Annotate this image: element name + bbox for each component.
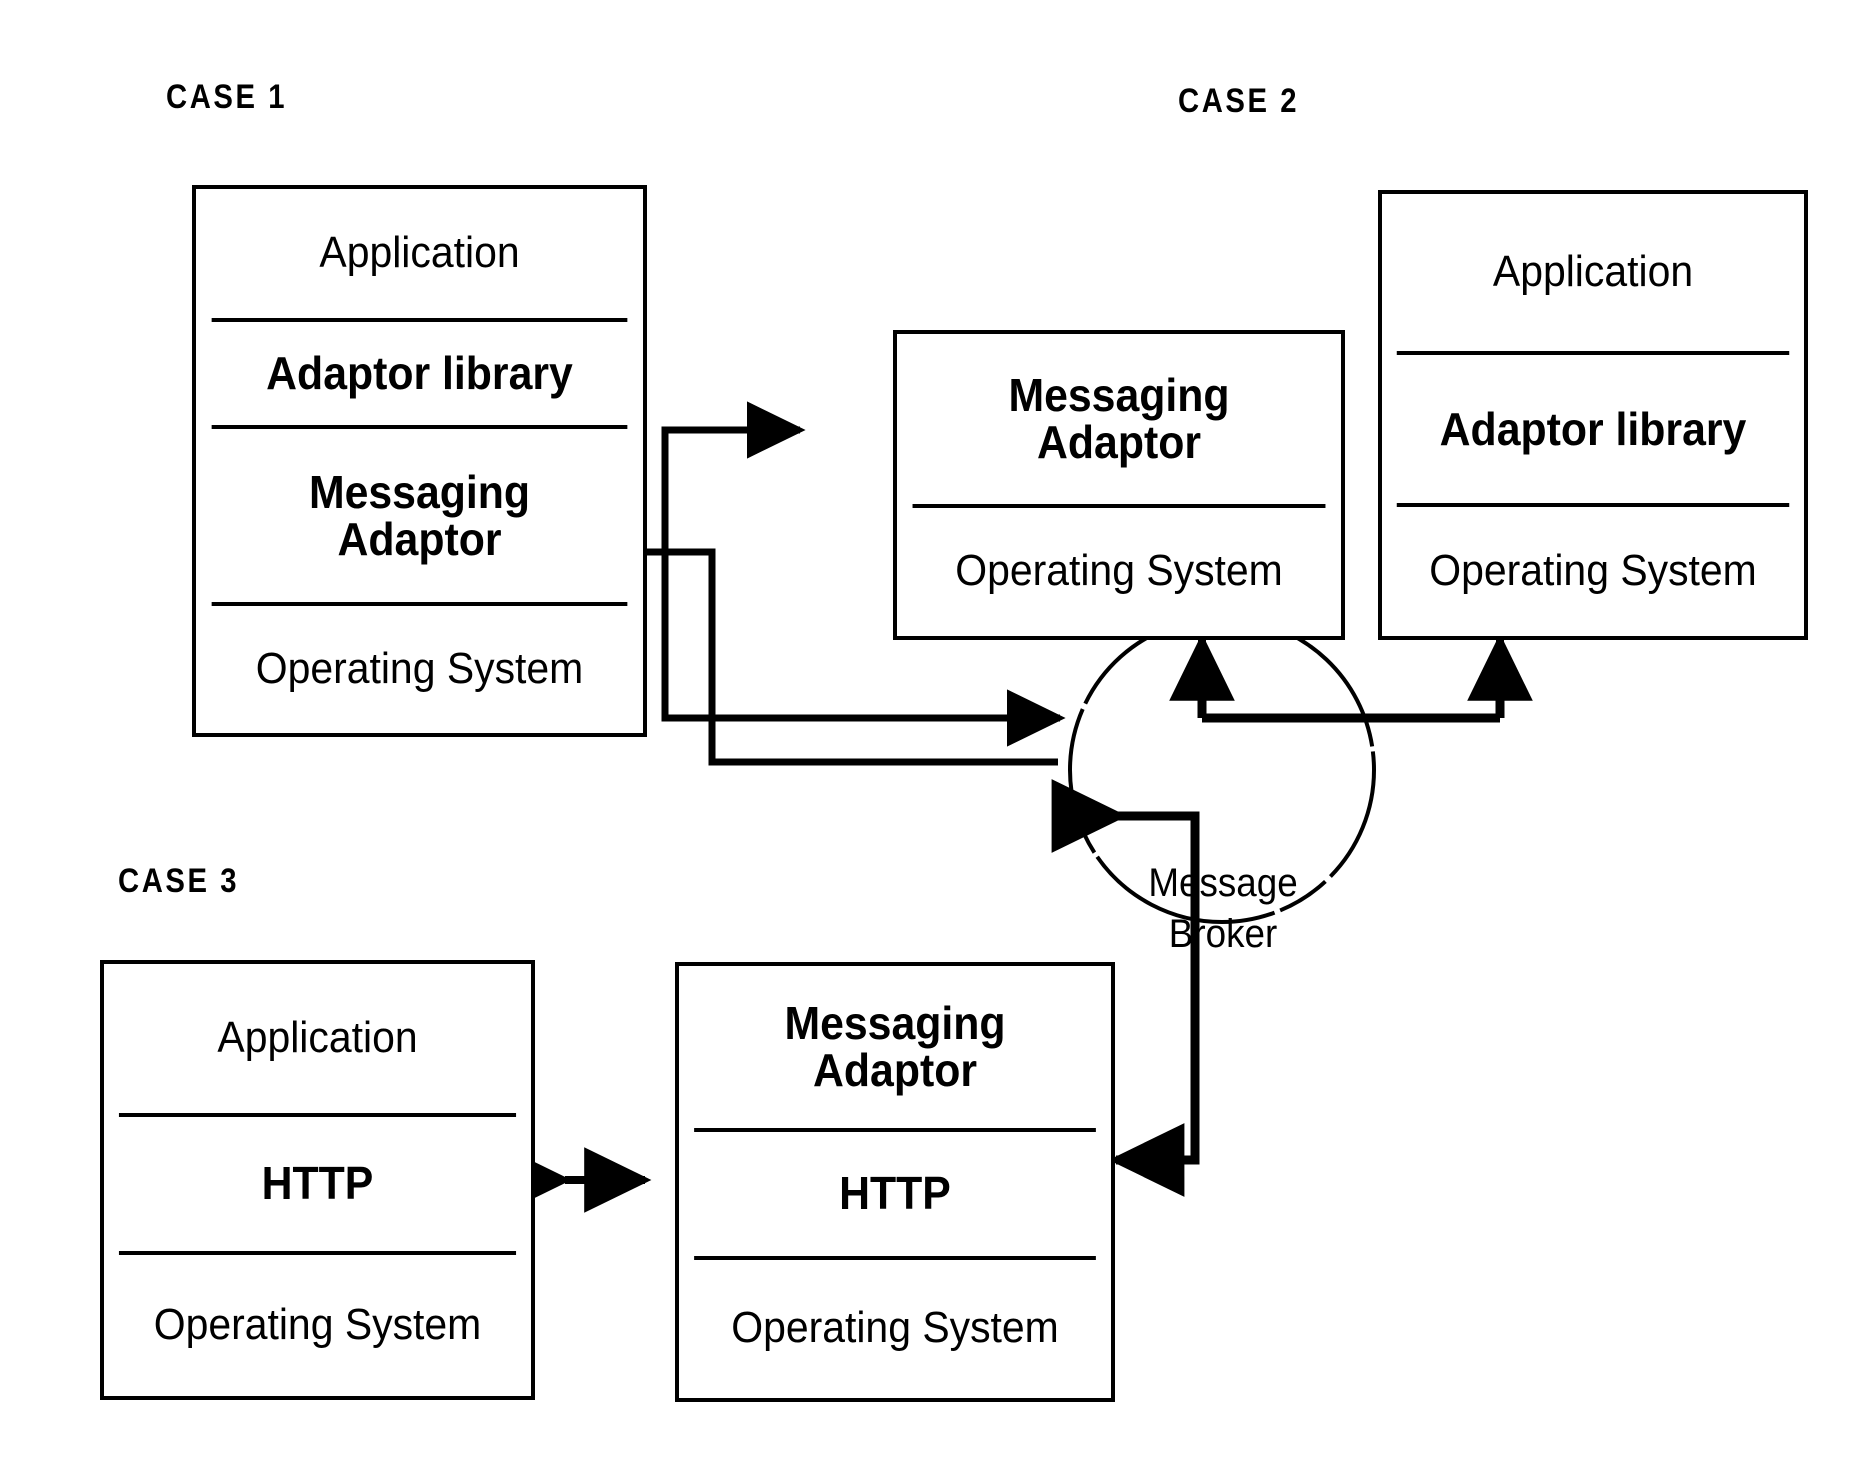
diagram-canvas: CASE 1 Application Adaptor library Messa… xyxy=(0,0,1857,1463)
case2-layer-operating-system: Operating System xyxy=(912,503,1326,636)
case1-stack: Application Adaptor library Messaging Ad… xyxy=(192,185,647,737)
case3-messaging-adaptor-line2: Adaptor xyxy=(813,1043,977,1096)
case2-layer-operating-system: Operating System xyxy=(1396,503,1790,636)
case2-messaging-adaptor-line2: Adaptor xyxy=(1037,415,1201,468)
case3-app-stack: Application HTTP Operating System xyxy=(100,960,535,1400)
case2-messaging-adaptor-line1: Messaging xyxy=(1008,368,1230,421)
case3-layer-http: HTTP xyxy=(694,1127,1096,1256)
case3-layer-operating-system: Operating System xyxy=(118,1250,517,1396)
case-2-title: CASE 2 xyxy=(1178,82,1300,120)
case3-layer-messaging-adaptor: Messaging Adaptor xyxy=(694,966,1096,1128)
case1-layer-application: Application xyxy=(319,228,520,278)
case1-layer-operating-system: Operating System xyxy=(211,601,628,733)
case1-messaging-adaptor-line1: Messaging xyxy=(308,465,531,518)
case3-messaging-adaptor-line1: Messaging xyxy=(784,997,1006,1050)
case2-app-stack: Application Adaptor library Operating Sy… xyxy=(1378,190,1808,640)
message-broker-line1: Message xyxy=(1148,861,1298,905)
case-1-title: CASE 1 xyxy=(166,78,288,116)
message-broker-line2: Broker xyxy=(1168,912,1278,957)
case3-adaptor-stack: Messaging Adaptor HTTP Operating System xyxy=(675,962,1115,1402)
message-broker-label: Message Broker xyxy=(1102,858,1343,960)
case1-layer-adaptor-library: Adaptor library xyxy=(211,318,628,425)
case-3-title: CASE 3 xyxy=(118,862,240,900)
case1-layer-messaging-adaptor: Messaging Adaptor xyxy=(211,425,628,602)
case3-layer-http: HTTP xyxy=(118,1113,517,1250)
case2-adaptor-stack: Messaging Adaptor Operating System xyxy=(893,330,1345,640)
case1-messaging-adaptor-line2: Adaptor xyxy=(337,512,502,565)
case3-layer-application: Application xyxy=(217,1013,418,1063)
case2-layer-adaptor-library: Adaptor library xyxy=(1396,351,1790,503)
case3-layer-operating-system: Operating System xyxy=(694,1255,1096,1398)
case2-layer-application: Application xyxy=(1492,247,1694,297)
case2-layer-messaging-adaptor: Messaging Adaptor xyxy=(913,334,1326,504)
